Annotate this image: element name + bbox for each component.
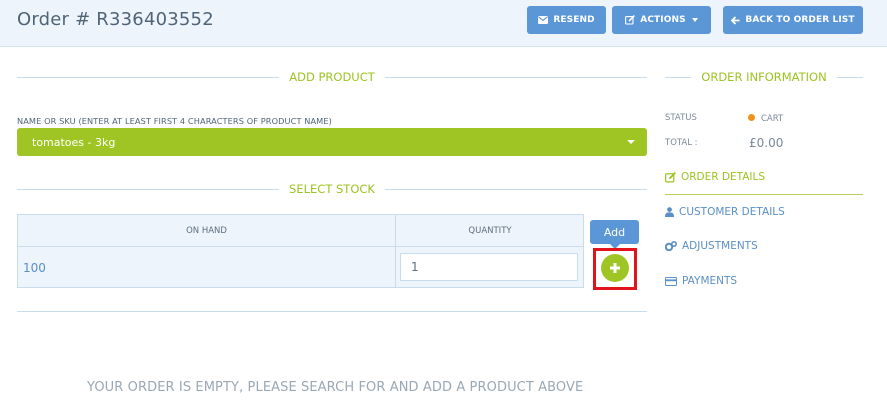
actions-button[interactable]: ACTIONS	[612, 6, 711, 34]
page-title: Order # R336403552	[17, 9, 214, 30]
edit-icon	[665, 171, 676, 183]
add-tooltip: Add	[590, 220, 639, 249]
divider	[665, 76, 692, 78]
back-label: BACK TO ORDER LIST	[745, 15, 855, 25]
actions-label: ACTIONS	[640, 15, 686, 25]
page-header: Order # R336403552 RESEND ACTIONS BACK T…	[0, 0, 887, 47]
arrow-left-icon	[731, 15, 740, 25]
adjustments-label: ADJUSTMENTS	[682, 240, 758, 252]
add-product-heading: ADD PRODUCT	[17, 70, 648, 84]
product-select-value: tomatoes - 3kg	[32, 135, 116, 149]
add-product-title: ADD PRODUCT	[289, 70, 375, 84]
payments-link[interactable]: PAYMENTS	[665, 275, 737, 287]
payments-label: PAYMENTS	[682, 275, 738, 287]
resend-label: RESEND	[553, 15, 595, 25]
divider	[384, 188, 647, 190]
order-details-link[interactable]: ORDER DETAILS	[665, 171, 765, 183]
resend-button[interactable]: RESEND	[527, 6, 606, 34]
user-icon	[665, 207, 674, 217]
customer-details-label: CUSTOMER DETAILS	[679, 206, 785, 218]
product-select[interactable]: tomatoes - 3kg	[17, 128, 647, 156]
order-information-title: ORDER INFORMATION	[701, 70, 827, 84]
edit-icon	[625, 15, 636, 25]
cogs-icon	[665, 241, 677, 251]
chevron-down-icon[interactable]	[627, 140, 635, 144]
status-badge: CART	[761, 114, 784, 124]
order-information-heading: ORDER INFORMATION	[665, 70, 863, 84]
product-search-label: NAME OR SKU (ENTER AT LEAST FIRST 4 CHAR…	[17, 116, 332, 126]
adjustments-link[interactable]: ADJUSTMENTS	[665, 240, 758, 252]
quantity-input[interactable]: 1	[400, 253, 578, 281]
on-hand-value: 100	[23, 261, 46, 275]
credit-card-icon	[665, 276, 677, 286]
status-dot	[748, 114, 755, 121]
customer-details-link[interactable]: CUSTOMER DETAILS	[665, 206, 785, 218]
total-label: TOTAL :	[665, 138, 698, 148]
empty-order-message: YOUR ORDER IS EMPTY, PLEASE SEARCH FOR A…	[87, 380, 584, 395]
divider	[17, 311, 647, 312]
divider	[384, 76, 648, 78]
status-label: STATUS	[665, 113, 697, 123]
back-to-order-list-button[interactable]: BACK TO ORDER LIST	[723, 6, 863, 34]
column-header-on-hand: ON HAND	[186, 226, 227, 236]
divider	[17, 188, 280, 190]
plus-icon	[610, 263, 620, 273]
chevron-down-icon	[691, 18, 698, 22]
select-stock-title: SELECT STOCK	[289, 182, 375, 196]
envelope-icon	[538, 16, 549, 24]
column-header-quantity: QUANTITY	[468, 226, 512, 236]
active-link-underline	[665, 194, 863, 195]
total-value: £0.00	[749, 136, 784, 150]
select-stock-heading: SELECT STOCK	[17, 182, 647, 196]
order-details-label: ORDER DETAILS	[681, 171, 766, 183]
divider	[836, 76, 863, 78]
add-product-button[interactable]	[601, 254, 629, 282]
stock-table: ON HAND QUANTITY 100 1	[17, 214, 584, 288]
divider	[17, 76, 280, 78]
